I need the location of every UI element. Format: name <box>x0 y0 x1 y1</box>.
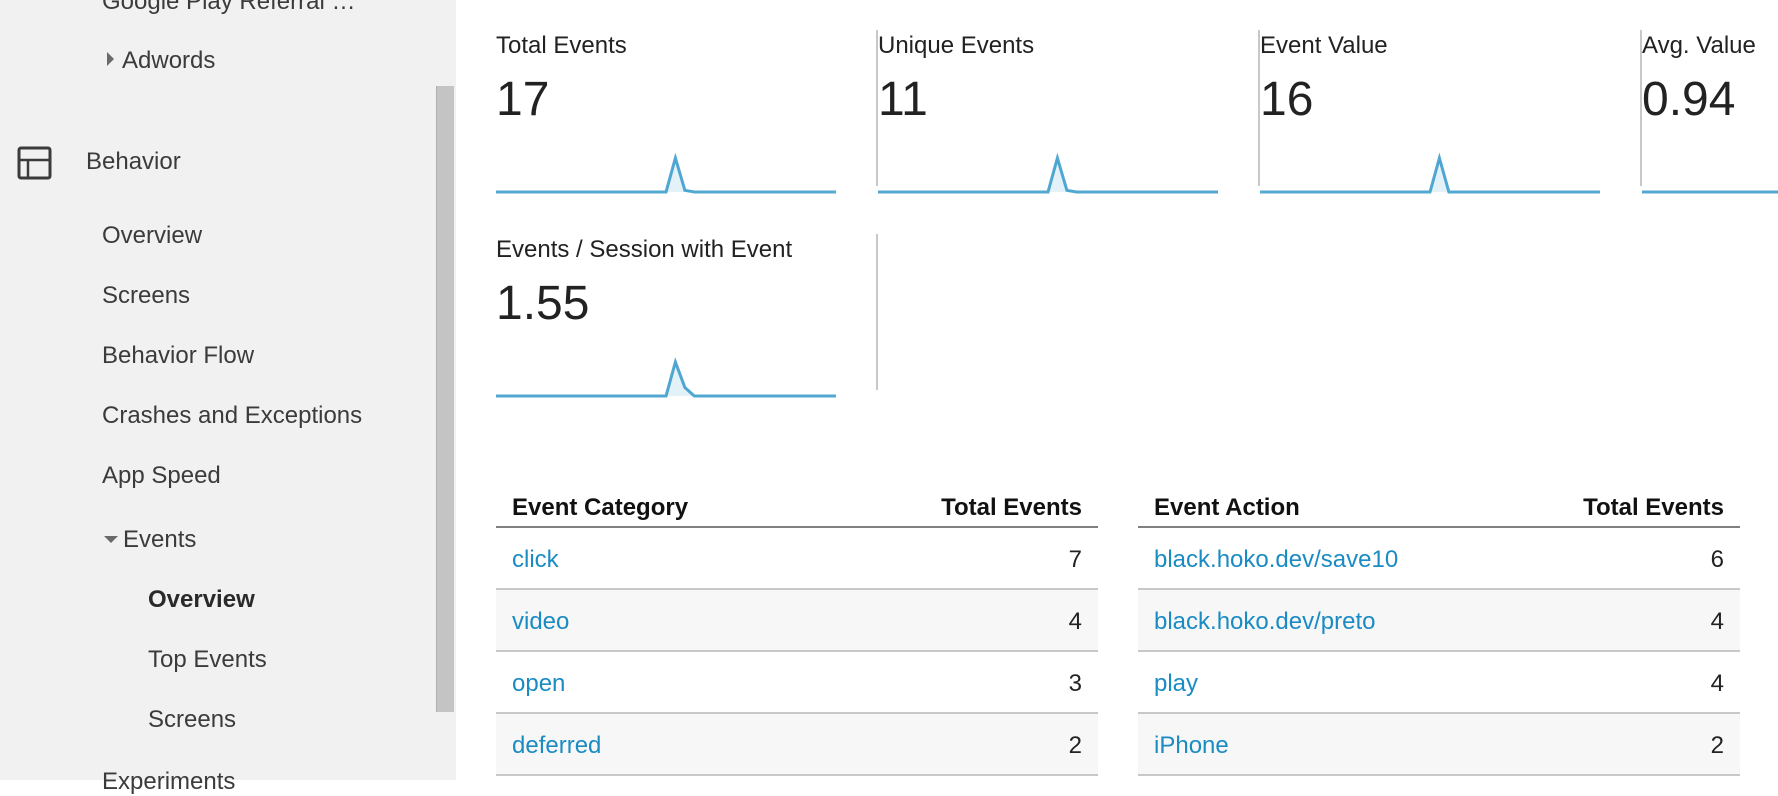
event-category-link[interactable]: open <box>512 670 565 698</box>
sidebar-item-adwords[interactable]: Adwords <box>107 47 215 75</box>
sparkline <box>496 152 836 194</box>
total-events-value: 3 <box>1068 670 1082 697</box>
sidebar-item-screens[interactable]: Screens <box>102 282 190 310</box>
sidebar-item-events-overview[interactable]: Overview <box>148 586 255 614</box>
kpi-value: 11 <box>878 73 928 126</box>
kpi-events-per-session[interactable]: Events / Session with Event 1.55 <box>496 234 878 398</box>
kpi-total-events[interactable]: Total Events 17 <box>496 30 878 194</box>
sidebar-item-events-screens[interactable]: Screens <box>148 706 236 734</box>
column-header-event-category[interactable]: Event Category <box>512 494 688 522</box>
total-events-value: 2 <box>1068 732 1082 759</box>
table-header: Event Category Total Events <box>496 488 1098 528</box>
sparkline-path <box>878 152 1218 194</box>
kpi-label: Unique Events <box>878 32 1035 59</box>
behavior-icon <box>17 146 52 180</box>
event-action-link[interactable]: play <box>1154 670 1198 698</box>
sidebar-item-crashes-and-exceptions[interactable]: Crashes and Exceptions <box>102 402 362 430</box>
table-row: iPhone 2 <box>1138 714 1740 776</box>
event-category-link[interactable]: video <box>512 608 569 636</box>
sparkline <box>1260 152 1600 194</box>
total-events-value: 7 <box>1068 546 1082 573</box>
total-events-value: 4 <box>1710 670 1724 697</box>
sidebar-item-app-speed[interactable]: App Speed <box>102 462 221 490</box>
sparkline <box>878 152 1218 194</box>
table-row: open 3 <box>496 652 1098 714</box>
sidebar-scrollbar[interactable] <box>436 86 454 712</box>
sidebar: Google Play Referral … Adwords Behavior … <box>0 0 456 795</box>
kpi-label: Event Value <box>1260 32 1388 59</box>
column-header-total-events[interactable]: Total Events <box>941 494 1082 522</box>
table-row: black.hoko.dev/preto 4 <box>1138 590 1740 652</box>
kpi-value: 16 <box>1260 73 1314 126</box>
table-row: black.hoko.dev/save10 6 <box>1138 528 1740 590</box>
sparkline <box>1642 190 1778 194</box>
kpi-value: 0.94 <box>1642 73 1736 126</box>
column-header-event-action[interactable]: Event Action <box>1154 494 1300 522</box>
total-events-value: 4 <box>1068 608 1082 635</box>
kpi-unique-events[interactable]: Unique Events 11 <box>878 30 1260 194</box>
table-row: play 4 <box>1138 652 1740 714</box>
event-action-link[interactable]: black.hoko.dev/preto <box>1154 608 1375 636</box>
kpi-label: Total Events <box>496 32 627 59</box>
event-action-link[interactable]: black.hoko.dev/save10 <box>1154 546 1398 574</box>
main-content: Total Events 17 Unique Events 11 Event V… <box>456 0 1778 780</box>
table-row: deferred 2 <box>496 714 1098 776</box>
sidebar-item-behavior[interactable]: Behavior <box>86 148 181 176</box>
kpi-label: Events / Session with Event <box>496 236 793 263</box>
kpi-value: 1.55 <box>496 277 590 330</box>
event-category-link[interactable]: deferred <box>512 732 601 760</box>
kpi-value: 17 <box>496 73 550 126</box>
caret-down-icon <box>104 536 118 543</box>
sparkline-path <box>496 152 836 194</box>
kpi-avg-value[interactable]: Avg. Value 0.94 <box>1642 30 1778 194</box>
table-header: Event Action Total Events <box>1138 488 1740 528</box>
caret-right-icon <box>107 52 114 66</box>
column-header-total-events[interactable]: Total Events <box>1583 494 1724 522</box>
sparkline-path <box>496 357 836 398</box>
sidebar-item-label: Events <box>123 526 197 553</box>
total-events-value: 2 <box>1710 732 1724 759</box>
sparkline <box>496 357 836 398</box>
sidebar-item-label: Adwords <box>122 47 216 74</box>
event-category-table: Event Category Total Events click 7 vide… <box>496 488 1098 776</box>
event-action-table: Event Action Total Events black.hoko.dev… <box>1138 488 1740 776</box>
kpi-event-value[interactable]: Event Value 16 <box>1260 30 1642 194</box>
sidebar-item-google-play-referral[interactable]: Google Play Referral … <box>102 0 355 16</box>
divider <box>876 234 878 390</box>
total-events-value: 6 <box>1710 546 1724 573</box>
sidebar-item-experiments[interactable]: Experiments <box>102 768 235 796</box>
sparkline-path <box>1260 152 1600 194</box>
sidebar-item-top-events[interactable]: Top Events <box>148 646 267 674</box>
sidebar-item-behavior-overview[interactable]: Overview <box>102 222 202 250</box>
sidebar-item-events[interactable]: Events <box>104 526 196 554</box>
table-row: video 4 <box>496 590 1098 652</box>
kpi-label: Avg. Value <box>1642 32 1756 59</box>
sidebar-item-behavior-flow[interactable]: Behavior Flow <box>102 342 254 370</box>
event-action-link[interactable]: iPhone <box>1154 732 1229 760</box>
total-events-value: 4 <box>1710 608 1724 635</box>
event-category-link[interactable]: click <box>512 546 559 574</box>
table-row: click 7 <box>496 528 1098 590</box>
